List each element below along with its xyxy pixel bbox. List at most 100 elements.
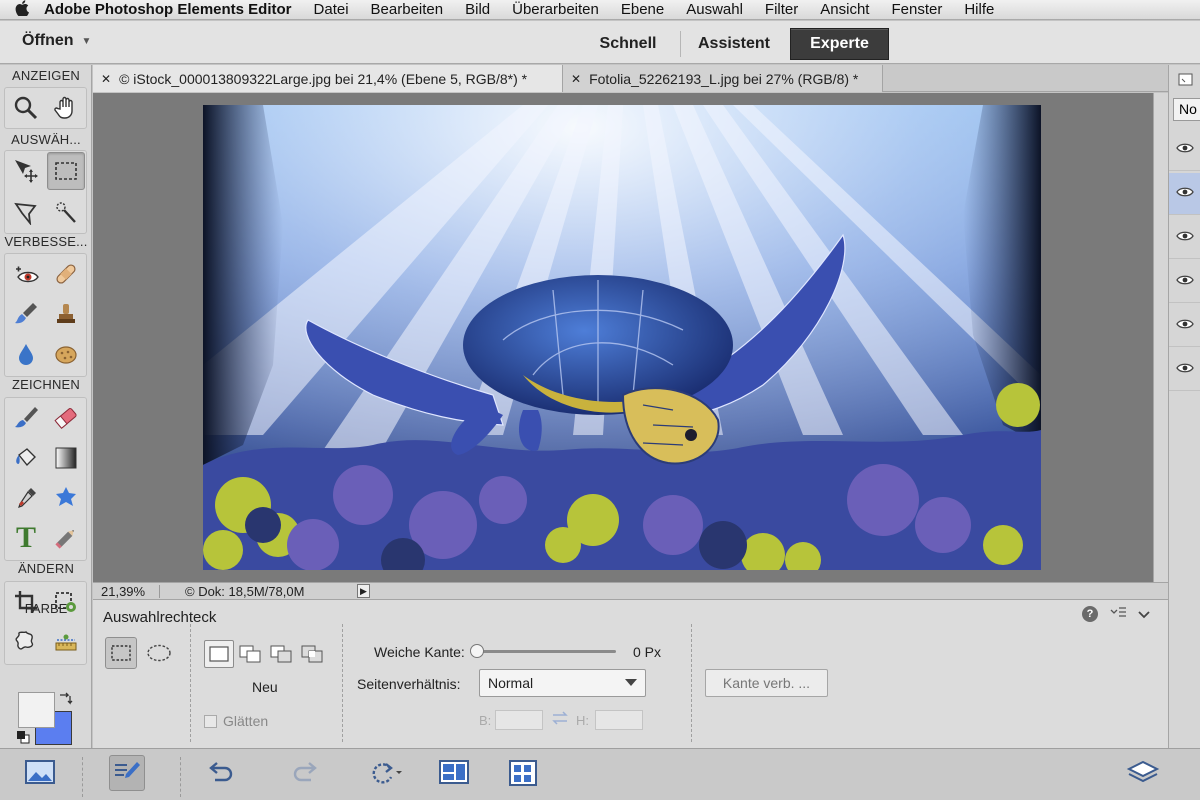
brush-tool-icon[interactable] xyxy=(7,399,45,437)
layer-visibility-row[interactable] xyxy=(1169,173,1200,215)
blend-mode-field[interactable]: No xyxy=(1173,98,1200,121)
sponge-tool-icon[interactable] xyxy=(47,335,85,373)
organizer-icon[interactable] xyxy=(505,755,541,791)
selection-mode-subtract[interactable] xyxy=(266,640,296,668)
cookie-cutter-tool-icon[interactable] xyxy=(7,623,45,661)
selection-mode-add[interactable] xyxy=(235,640,265,668)
layer-visibility-row[interactable] xyxy=(1169,129,1200,171)
menu-fenster[interactable]: Fenster xyxy=(891,1,942,18)
seitenverhaeltnis-select[interactable]: Normal xyxy=(479,669,646,697)
redo-icon[interactable] xyxy=(288,755,324,791)
photo-bin-icon[interactable] xyxy=(22,755,58,791)
section-aendern: ÄNDERN xyxy=(17,561,75,576)
ellipse-marquee-option[interactable] xyxy=(143,637,175,669)
document-tab-title: Fotolia_52262193_L.jpg bei 27% (RGB/8) * xyxy=(589,70,859,87)
layer-visibility-row[interactable] xyxy=(1169,305,1200,347)
text-tool-icon[interactable]: T xyxy=(7,519,45,557)
layout-icon[interactable] xyxy=(436,755,472,791)
eye-icon[interactable] xyxy=(1176,141,1194,159)
clone-stamp-tool-icon[interactable] xyxy=(47,295,85,333)
paint-bucket-tool-icon[interactable] xyxy=(7,439,45,477)
mode-tab-experte[interactable]: Experte xyxy=(790,28,889,60)
swap-colors-icon[interactable] xyxy=(57,691,73,707)
mode-tab-schnell[interactable]: Schnell xyxy=(585,28,671,60)
eraser-tool-icon[interactable] xyxy=(47,399,85,437)
width-field[interactable] xyxy=(495,710,543,730)
gradient-tool-icon[interactable] xyxy=(47,439,85,477)
menu-bearbeiten[interactable]: Bearbeiten xyxy=(371,1,444,18)
tool-options-icon[interactable] xyxy=(109,755,145,791)
red-eye-tool-icon[interactable] xyxy=(7,255,45,293)
apple-icon[interactable] xyxy=(0,0,44,20)
zoom-tool-icon[interactable] xyxy=(7,89,45,127)
rotate-icon[interactable] xyxy=(367,755,403,791)
swap-dimensions-icon[interactable] xyxy=(551,710,569,729)
blur-tool-icon[interactable] xyxy=(7,335,45,373)
mode-tab-assistent[interactable]: Assistent xyxy=(684,28,784,60)
canvas-vertical-scrollbar[interactable] xyxy=(1153,93,1168,582)
document-tab-active[interactable]: ✕ © iStock_000013809322Large.jpg bei 21,… xyxy=(93,65,563,92)
menu-filter[interactable]: Filter xyxy=(765,1,798,18)
zoom-level[interactable]: 21,39% xyxy=(101,584,145,599)
pencil-tool-icon[interactable] xyxy=(47,519,85,557)
menu-ueberarbeiten[interactable]: Überarbeiten xyxy=(512,1,599,18)
eye-icon[interactable] xyxy=(1176,229,1194,247)
default-colors-icon[interactable] xyxy=(16,730,30,744)
selection-mode-intersect[interactable] xyxy=(297,640,327,668)
dropdown-arrow-icon xyxy=(625,679,637,686)
height-field[interactable] xyxy=(595,710,643,730)
layer-visibility-row[interactable] xyxy=(1169,349,1200,391)
top-bar: Öffnen ▼ Schnell Assistent Experte xyxy=(0,21,1200,64)
app-name[interactable]: Adobe Photoshop Elements Editor xyxy=(44,1,292,18)
close-icon[interactable]: ✕ xyxy=(571,72,581,86)
rectangle-marquee-option[interactable] xyxy=(105,637,137,669)
open-button[interactable]: Öffnen ▼ xyxy=(22,32,91,50)
straighten-tool-icon[interactable] xyxy=(47,623,85,661)
menu-ebene[interactable]: Ebene xyxy=(621,1,664,18)
rectangular-marquee-tool-icon[interactable] xyxy=(47,152,85,190)
play-icon[interactable]: ▶ xyxy=(357,584,370,598)
document-tab-inactive[interactable]: ✕ Fotolia_52262193_L.jpg bei 27% (RGB/8)… xyxy=(563,65,883,92)
sea-turtle-artwork[interactable] xyxy=(203,105,1041,570)
glaetten-checkbox[interactable] xyxy=(204,714,217,728)
menu-auswahl[interactable]: Auswahl xyxy=(686,1,743,18)
help-icon[interactable]: ? xyxy=(1082,606,1098,622)
eye-icon[interactable] xyxy=(1176,273,1194,291)
height-label: H: xyxy=(576,713,589,728)
lasso-tool-icon[interactable] xyxy=(7,193,45,231)
collapse-chevron-icon[interactable] xyxy=(1138,606,1150,622)
menu-bild[interactable]: Bild xyxy=(465,1,490,18)
menu-datei[interactable]: Datei xyxy=(314,1,349,18)
menu-hilfe[interactable]: Hilfe xyxy=(964,1,994,18)
layers-icon[interactable] xyxy=(1125,755,1161,791)
custom-shape-tool-icon[interactable] xyxy=(47,479,85,517)
smart-brush-tool-icon[interactable] xyxy=(7,295,45,333)
weiche-kante-slider-thumb[interactable] xyxy=(470,644,484,658)
undo-icon[interactable] xyxy=(202,755,238,791)
chevron-down-icon: ▼ xyxy=(81,35,92,47)
eye-icon[interactable] xyxy=(1176,317,1194,335)
close-icon[interactable]: ✕ xyxy=(101,72,111,86)
layer-panel-icon[interactable] xyxy=(1176,70,1196,90)
eye-icon[interactable] xyxy=(1176,185,1194,203)
layer-visibility-row[interactable] xyxy=(1169,217,1200,259)
menu-ansicht[interactable]: Ansicht xyxy=(820,1,869,18)
panel-menu-icon[interactable] xyxy=(1110,606,1126,622)
eyedropper-tool-icon[interactable] xyxy=(7,479,45,517)
bandage-healing-tool-icon[interactable] xyxy=(47,255,85,293)
foreground-color-swatch[interactable] xyxy=(18,692,55,728)
zeichnen-tools: T xyxy=(4,397,87,561)
section-anzeigen: ANZEIGEN xyxy=(11,68,81,83)
quick-selection-tool-icon[interactable] xyxy=(47,193,85,231)
document-tab-title: © iStock_000013809322Large.jpg bei 21,4%… xyxy=(119,70,528,87)
layer-visibility-row[interactable] xyxy=(1169,261,1200,303)
glaetten-checkbox-row[interactable]: Glätten xyxy=(204,713,268,729)
refine-edge-button[interactable]: Kante verb. ... xyxy=(705,669,828,697)
image-canvas[interactable] xyxy=(93,93,1153,582)
move-tool-icon[interactable] xyxy=(7,152,45,190)
selection-mode-new[interactable] xyxy=(204,640,234,668)
hand-tool-icon[interactable] xyxy=(47,89,85,127)
weiche-kante-slider-track[interactable] xyxy=(476,650,616,653)
section-farbe: FARBE xyxy=(24,601,68,616)
eye-icon[interactable] xyxy=(1176,361,1194,379)
